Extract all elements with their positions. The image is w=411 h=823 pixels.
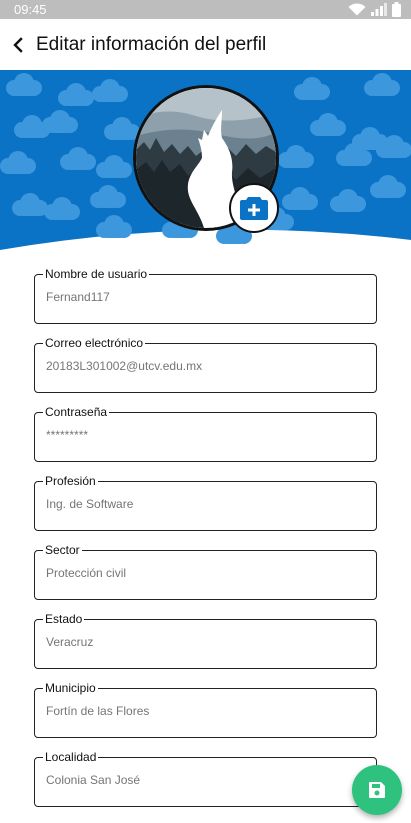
field-sector: Sector <box>34 541 377 610</box>
back-button[interactable] <box>3 30 33 60</box>
field-password: Contraseña <box>34 403 377 472</box>
field-label: Profesión <box>43 474 98 488</box>
field-email: Correo electrónico <box>34 334 377 403</box>
locality-input[interactable] <box>46 773 366 787</box>
status-bar: 09:45 <box>0 0 411 19</box>
profile-form: Nombre de usuario Correo electrónico Con… <box>34 265 377 817</box>
field-label: Estado <box>43 612 85 626</box>
app-bar: Editar información del perfil <box>0 19 411 70</box>
field-profession: Profesión <box>34 472 377 541</box>
field-label: Localidad <box>43 750 99 764</box>
field-label: Sector <box>43 543 82 557</box>
username-input[interactable] <box>46 290 366 304</box>
field-label: Municipio <box>43 681 98 695</box>
field-label: Correo electrónico <box>43 336 146 350</box>
add-photo-icon <box>240 197 268 220</box>
change-photo-button[interactable] <box>229 183 279 233</box>
field-state: Estado <box>34 610 377 679</box>
state-input[interactable] <box>46 635 366 649</box>
signal-icon <box>371 3 387 16</box>
field-label: Contraseña <box>43 405 110 419</box>
municipality-input[interactable] <box>46 704 366 718</box>
wifi-icon <box>348 3 366 16</box>
avatar-container <box>133 85 279 233</box>
field-municipality: Municipio <box>34 679 377 748</box>
sector-input[interactable] <box>46 566 366 580</box>
field-label: Nombre de usuario <box>43 267 150 281</box>
password-input[interactable] <box>46 428 366 442</box>
field-locality: Localidad <box>34 748 377 817</box>
status-time: 09:45 <box>14 2 47 17</box>
email-input[interactable] <box>46 359 366 373</box>
arrow-back-icon <box>13 36 23 53</box>
page-title: Editar información del perfil <box>36 33 267 55</box>
profession-input[interactable] <box>46 497 366 511</box>
save-button[interactable] <box>352 765 402 815</box>
field-username: Nombre de usuario <box>34 265 377 334</box>
save-icon <box>369 782 385 798</box>
battery-icon <box>392 2 401 17</box>
status-icons <box>348 2 401 17</box>
